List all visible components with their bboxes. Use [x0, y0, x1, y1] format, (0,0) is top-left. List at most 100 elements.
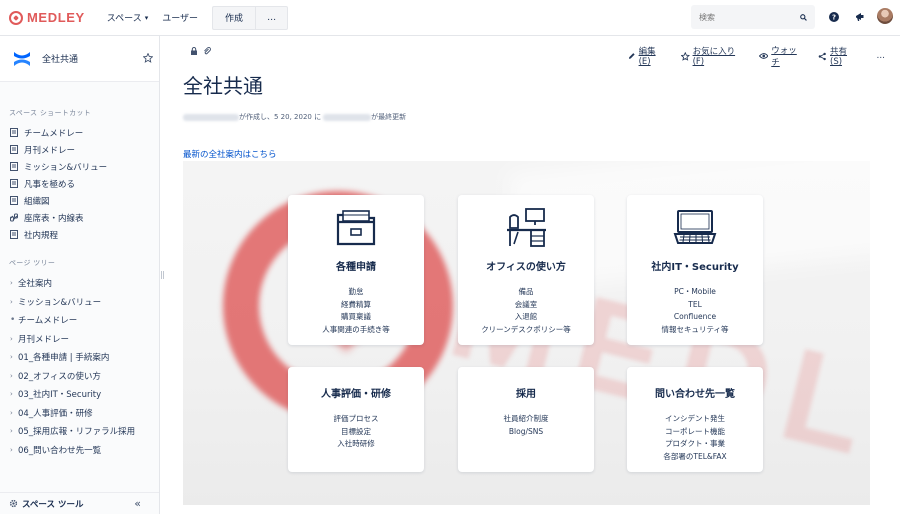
space-name[interactable]: 全社共通 [42, 52, 143, 65]
document-icon [10, 179, 18, 188]
tree-item[interactable]: › 月刊メドレー [0, 330, 159, 349]
card-title: 採用 [516, 389, 536, 400]
space-logo-icon[interactable] [12, 50, 32, 68]
card-item: 目標設定 [341, 426, 371, 436]
sidebar-resize-handle[interactable] [161, 271, 164, 279]
shortcut-label: 月刊メドレー [24, 145, 76, 156]
shortcut-item[interactable]: チームメドレー [0, 124, 159, 141]
tree-item[interactable]: › 03_社内IT・Security [0, 385, 159, 404]
card-recruiting[interactable]: 採用 社員紹介制度 Blog/SNS [458, 367, 594, 472]
tree-item[interactable]: › 05_採用広報・リファラル採用 [0, 422, 159, 441]
card-it-security[interactable]: 社内IT・Security PC・Mobile TEL Confluence 情… [627, 195, 763, 345]
card-item: クリーンデスクポリシー等 [481, 324, 571, 334]
help-button[interactable]: ? [826, 9, 842, 25]
star-icon[interactable] [142, 51, 154, 65]
card-item: 入退館 [514, 312, 538, 321]
shortcut-label: 社内規程 [24, 230, 59, 241]
card-item: Blog/SNS [508, 426, 544, 436]
card-office[interactable]: オフィスの使い方 備品 会議室 入退館 クリーンデスクポリシー等 [458, 195, 594, 345]
share-button[interactable]: 共有(S) [818, 45, 857, 67]
card-item: プロダクト・事業 [665, 439, 725, 448]
chevron-right-icon[interactable]: › [10, 409, 18, 417]
tree-item[interactable]: • チームメドレー [0, 311, 159, 330]
shortcut-item[interactable]: 組織図 [0, 192, 159, 209]
laptop-icon [673, 205, 717, 249]
shortcut-item[interactable]: 月刊メドレー [0, 141, 159, 158]
search-icon [800, 13, 807, 21]
lock-icon[interactable] [190, 47, 198, 55]
shortcut-item[interactable]: ミッション&バリュー [0, 158, 159, 175]
created-text: が作成し、5 20, 2020 に [239, 113, 322, 121]
create-more-button[interactable]: … [255, 5, 289, 30]
tree-item-label: 05_採用広報・リファラル採用 [18, 427, 136, 438]
chevron-right-icon[interactable]: › [10, 390, 18, 398]
tree-item-label: 06_問い合わせ先一覧 [18, 445, 102, 456]
folder-icon [335, 205, 377, 249]
medley-logo[interactable]: MEDLEY [9, 10, 85, 25]
bullet-icon: • [10, 315, 16, 326]
svg-text:?: ? [832, 14, 836, 22]
shortcut-item[interactable]: 凡事を極める [0, 175, 159, 192]
page-restrictions [190, 47, 211, 55]
card-title: 問い合わせ先一覧 [655, 389, 735, 400]
tree-item[interactable]: › ミッション&バリュー [0, 293, 159, 312]
search-input[interactable] [699, 12, 800, 22]
search-box[interactable] [691, 5, 815, 29]
create-group: 作成 … [212, 5, 289, 30]
share-label: 共有(S) [830, 47, 848, 67]
paperclip-icon[interactable] [203, 47, 211, 55]
card-item: PC・Mobile [674, 287, 716, 296]
card-item: 入社時研修 [337, 439, 375, 448]
tree-item[interactable]: › 全社案内 [0, 274, 159, 293]
watch-button[interactable]: ウォッチ [758, 44, 804, 68]
user-avatar[interactable] [877, 8, 893, 24]
more-actions-button[interactable]: … [876, 51, 885, 61]
shortcut-label: 凡事を極める [24, 179, 76, 190]
space-header: 全社共通 [0, 36, 159, 82]
tree-item-label: 01_各種申請 | 手続案内 [18, 353, 110, 364]
tree-item-label: 04_人事評価・研修 [18, 408, 93, 419]
card-item: インシデント発生 [665, 414, 725, 423]
page-tree: › 全社案内 › ミッション&バリュー • チームメドレー › 月刊メドレー › 01_各… [0, 274, 159, 459]
card-contacts[interactable]: 問い合わせ先一覧 インシデント発生 コーポレート機能 プロダクト・事業 各部署の… [627, 367, 763, 472]
tree-item-label: ミッション&バリュー [18, 297, 102, 308]
shortcut-label: 組織図 [24, 196, 50, 207]
card-item: 情報セキュリティ等 [661, 324, 729, 334]
chevron-right-icon[interactable]: › [10, 298, 18, 306]
chevron-right-icon[interactable]: › [10, 279, 18, 287]
chevron-right-icon[interactable]: › [10, 427, 18, 435]
chevron-right-icon[interactable]: › [10, 335, 18, 343]
document-icon [10, 145, 18, 154]
card-applications[interactable]: 各種申請 勤怠 経費精算 購買稟議 人事関連の手続き等 [288, 195, 424, 345]
company-guide-link[interactable]: 最新の全社案内はこちら [183, 148, 277, 160]
shortcut-item[interactable]: 社内規程 [0, 226, 159, 243]
document-icon [10, 196, 18, 205]
notifications-button[interactable] [852, 9, 868, 25]
shortcut-item[interactable]: 座席表・内線表 [0, 209, 159, 226]
card-item: Confluence [673, 312, 717, 321]
chevron-right-icon[interactable]: › [10, 446, 18, 454]
favorite-button[interactable]: お気に入り(F) [681, 45, 744, 67]
chevron-right-icon[interactable]: › [10, 372, 18, 380]
megaphone-icon [856, 13, 864, 21]
nav-spaces[interactable]: スペース ▾ [107, 11, 149, 25]
gear-icon [9, 499, 18, 508]
page-tree-title: ページ ツリー [9, 259, 56, 267]
tree-item-label: 02_オフィスの使い方 [18, 371, 101, 382]
edit-button[interactable]: 編集(E) [628, 45, 666, 67]
card-item: 評価プロセス [333, 414, 379, 423]
chevron-down-icon: ▾ [144, 13, 149, 22]
tree-item[interactable]: › 04_人事評価・研修 [0, 404, 159, 423]
eye-icon [758, 53, 769, 59]
space-tools-button[interactable]: スペース ツール « [0, 492, 159, 514]
tree-item[interactable]: › 01_各種申請 | 手続案内 [0, 348, 159, 367]
edit-label: 編集(E) [638, 47, 656, 67]
nav-users[interactable]: ユーザー [162, 11, 198, 24]
card-hr-evaluation[interactable]: 人事評価・研修 評価プロセス 目標設定 入社時研修 [288, 367, 424, 472]
tree-item[interactable]: › 02_オフィスの使い方 [0, 367, 159, 386]
tree-item[interactable]: › 06_問い合わせ先一覧 [0, 441, 159, 460]
tree-item-label: チームメドレー [18, 316, 78, 327]
create-button[interactable]: 作成 [212, 5, 256, 30]
collapse-sidebar-button[interactable]: « [134, 497, 141, 510]
chevron-right-icon[interactable]: › [10, 353, 18, 361]
